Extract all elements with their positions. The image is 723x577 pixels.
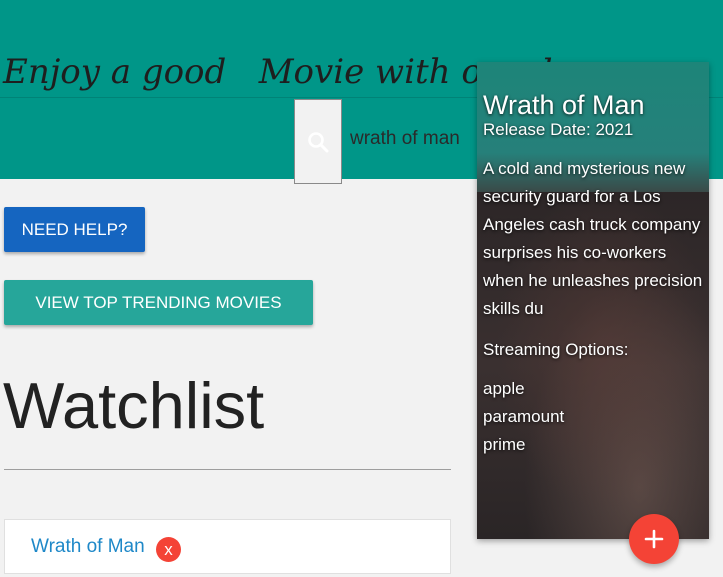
watchlist-divider bbox=[4, 469, 451, 470]
movie-title: Wrath of Man bbox=[483, 90, 645, 120]
search-icon bbox=[308, 131, 329, 152]
view-trending-button[interactable]: VIEW TOP TRENDING MOVIES bbox=[4, 280, 313, 325]
provider-item: paramount bbox=[483, 407, 565, 426]
provider-list: apple paramount prime bbox=[483, 375, 705, 459]
provider-item: prime bbox=[483, 435, 526, 454]
search-button[interactable] bbox=[294, 99, 342, 184]
close-icon: x bbox=[164, 539, 173, 559]
list-item: Wrath of Man x bbox=[4, 519, 451, 574]
movie-description: A cold and mysterious new security guard… bbox=[483, 159, 703, 318]
watchlist-title: Watchlist bbox=[3, 369, 265, 442]
add-to-watchlist-button[interactable] bbox=[629, 514, 679, 564]
need-help-button[interactable]: NEED HELP? bbox=[4, 207, 145, 252]
watchlist-item-link[interactable]: Wrath of Man bbox=[31, 536, 145, 558]
movie-card: Wrath of Man Release Date: 2021 A cold a… bbox=[477, 62, 709, 539]
remove-button[interactable]: x bbox=[156, 537, 181, 562]
plus-icon bbox=[644, 529, 664, 549]
card-content: Wrath of Man Release Date: 2021 A cold a… bbox=[483, 88, 705, 459]
provider-item: apple bbox=[483, 379, 525, 398]
streaming-label: Streaming Options: bbox=[483, 340, 629, 359]
release-date: Release Date: 2021 bbox=[483, 120, 634, 139]
site-tagline: Enjoy a good Movie with our d bbox=[3, 52, 553, 92]
search-input[interactable]: wrath of man bbox=[350, 128, 460, 150]
